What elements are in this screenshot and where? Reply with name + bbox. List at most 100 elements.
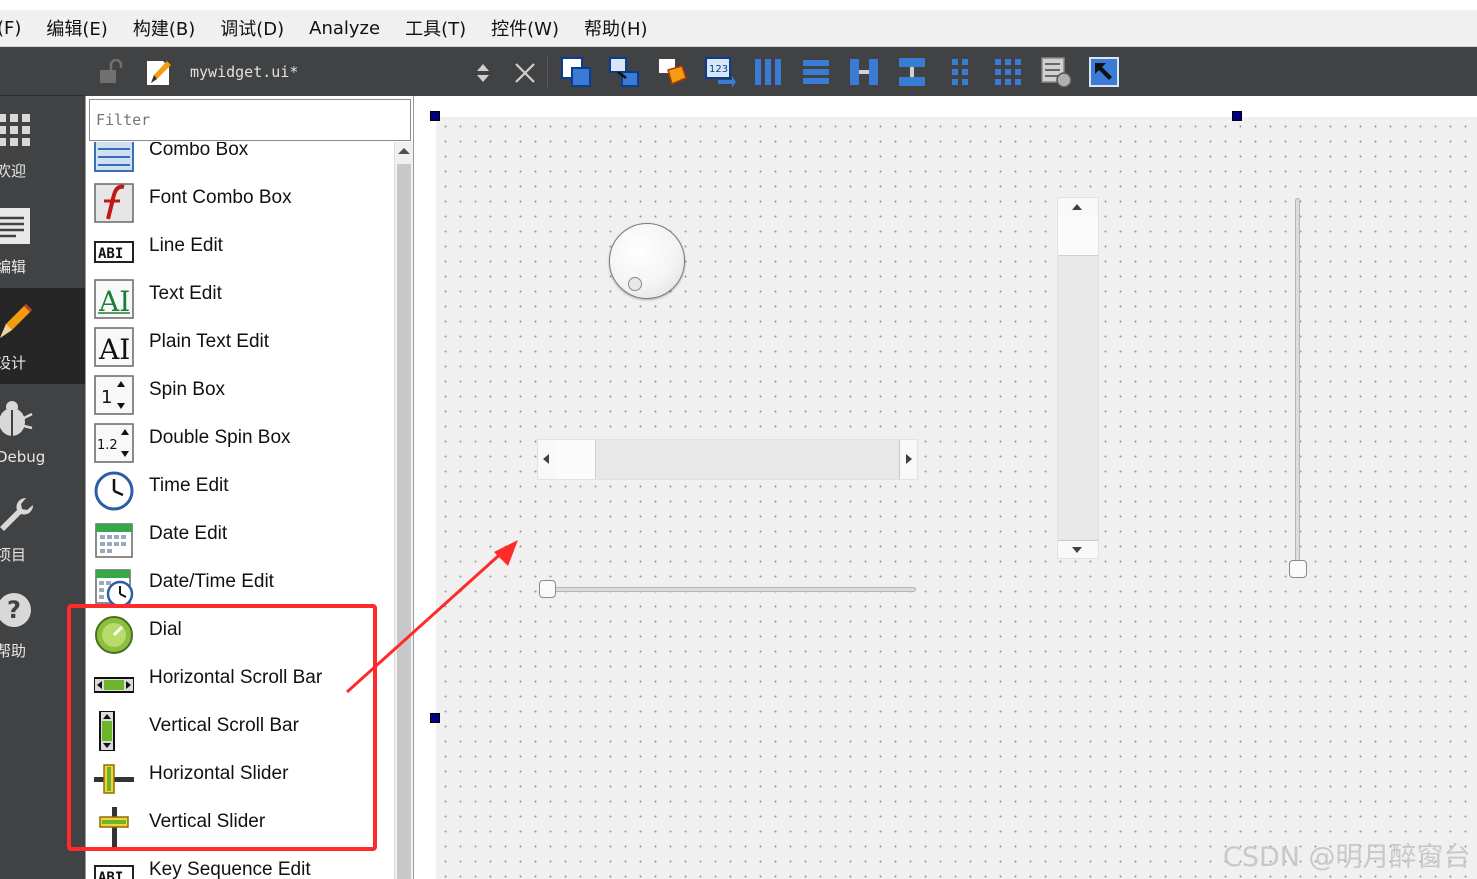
document-edit-icon	[147, 61, 171, 85]
layout-vertical-splitter-icon[interactable]	[896, 56, 928, 88]
menu-bar: (F) 编辑(E) 构建(B) 调试(D) Analyze 工具(T) 控件(W…	[0, 10, 1477, 47]
widget-item-horizontal-slider[interactable]: Horizontal Slider	[86, 752, 394, 800]
menu-tools[interactable]: 工具(T)	[405, 15, 466, 41]
menu-widgets[interactable]: 控件(W)	[491, 15, 559, 41]
menu-help[interactable]: 帮助(H)	[584, 15, 648, 41]
widget-list-scrollbar[interactable]	[394, 142, 413, 879]
line-edit-icon: ABI	[94, 241, 134, 263]
scroll-right-arrow-icon[interactable]	[899, 440, 917, 479]
widget-item-font-combo-box[interactable]: Font Combo Box	[86, 176, 394, 224]
filter-box	[89, 99, 411, 141]
menu-file[interactable]: (F)	[0, 18, 21, 39]
widget-item-label: Line Edit	[149, 235, 223, 256]
widget-item-label: Plain Text Edit	[149, 331, 270, 352]
scroll-down-arrow-icon[interactable]	[1058, 540, 1098, 558]
break-layout-icon[interactable]	[1040, 56, 1072, 88]
mode-label: 欢迎	[0, 162, 27, 180]
menu-analyze[interactable]: Analyze	[309, 18, 380, 39]
layout-grid-icon[interactable]	[992, 56, 1024, 88]
mode-debug[interactable]: Debug	[0, 384, 85, 480]
widget-item-label: Time Edit	[149, 475, 229, 496]
vertical-scroll-bar-icon	[99, 711, 115, 751]
mode-label: 项目	[0, 546, 27, 564]
widget-item-date-time-edit[interactable]: Date/Time Edit	[86, 560, 394, 608]
edit-widgets-icon[interactable]	[560, 56, 592, 88]
widget-item-label: Horizontal Slider	[149, 763, 289, 784]
top-strip	[0, 0, 1477, 10]
dial-knob[interactable]	[628, 277, 642, 291]
scroll-bar-thumb[interactable]	[556, 440, 596, 479]
help-icon: ?	[0, 593, 31, 627]
scroll-left-arrow-icon[interactable]	[538, 440, 556, 479]
selection-handle[interactable]	[1232, 111, 1242, 121]
selection-handle[interactable]	[430, 111, 440, 121]
mode-welcome[interactable]: 欢迎	[0, 96, 85, 192]
horizontal-slider-groove[interactable]	[548, 587, 916, 592]
horizontal-slider-icon	[94, 764, 134, 794]
svg-text:?: ?	[7, 596, 21, 624]
layout-form-icon[interactable]	[944, 56, 976, 88]
widget-item-label: Text Edit	[149, 283, 222, 304]
widget-item-label: Spin Box	[149, 379, 226, 400]
form-canvas[interactable]	[436, 117, 1477, 879]
widget-item-label: Dial	[149, 619, 182, 640]
widget-item-label: Vertical Slider	[149, 811, 266, 832]
close-icon[interactable]	[513, 61, 537, 85]
widget-item-label: Combo Box	[149, 142, 249, 160]
widget-item-vertical-scroll-bar[interactable]: Vertical Scroll Bar	[86, 704, 394, 752]
scrollbar-thumb[interactable]	[397, 164, 411, 879]
selection-handle[interactable]	[430, 713, 440, 723]
mode-help[interactable]: ? 帮助	[0, 576, 85, 672]
lock-icon[interactable]	[97, 59, 123, 85]
combo-box-icon	[94, 142, 134, 172]
vertical-slider-handle[interactable]	[1289, 560, 1307, 578]
spin-box-icon: 1	[94, 375, 134, 415]
widget-item-combo-box[interactable]: Combo Box	[86, 142, 394, 176]
dial-icon	[95, 616, 133, 654]
widget-item-label: Date Edit	[149, 523, 228, 544]
widget-item-line-edit[interactable]: ABI Line Edit	[86, 224, 394, 272]
scroll-bar-thumb[interactable]	[1058, 216, 1098, 256]
open-file-name[interactable]: mywidget.ui*	[190, 63, 298, 81]
watermark: CSDN @明月醉窗台	[1223, 842, 1471, 873]
widget-item-horizontal-scroll-bar[interactable]: Horizontal Scroll Bar	[86, 656, 394, 704]
mode-design[interactable]: 设计	[0, 288, 85, 384]
adjust-size-icon[interactable]	[1088, 56, 1120, 88]
widget-item-time-edit[interactable]: Time Edit	[86, 464, 394, 512]
widget-item-double-spin-box[interactable]: 1.2 Double Spin Box	[86, 416, 394, 464]
widget-item-text-edit[interactable]: AI Text Edit	[86, 272, 394, 320]
layout-horizontal-splitter-icon[interactable]	[848, 56, 880, 88]
filter-input[interactable]	[90, 100, 410, 140]
mode-label: 编辑	[0, 258, 27, 276]
layout-horizontal-icon[interactable]	[752, 56, 784, 88]
designer-tool-icons: 123	[560, 56, 1136, 88]
vertical-slider-icon	[99, 807, 129, 847]
horizontal-scroll-bar-widget[interactable]	[537, 439, 918, 480]
up-down-arrows-icon[interactable]	[475, 61, 491, 85]
widget-item-vertical-slider[interactable]: Vertical Slider	[86, 800, 394, 848]
toolbar-separator	[547, 57, 548, 87]
edit-buddies-icon[interactable]	[656, 56, 688, 88]
menu-debug[interactable]: 调试(D)	[220, 15, 284, 41]
edit-document-icon	[0, 208, 30, 244]
layout-vertical-icon[interactable]	[800, 56, 832, 88]
dial-widget[interactable]	[609, 223, 685, 299]
mode-edit[interactable]: 编辑	[0, 192, 85, 288]
scroll-up-arrow-icon[interactable]	[398, 148, 410, 154]
widget-item-dial[interactable]: Dial	[86, 608, 394, 656]
edit-tab-order-icon[interactable]: 123	[704, 56, 736, 88]
widget-item-spin-box[interactable]: 1 Spin Box	[86, 368, 394, 416]
widget-item-date-edit[interactable]: Date Edit	[86, 512, 394, 560]
mode-projects[interactable]: 项目	[0, 480, 85, 576]
menu-edit[interactable]: 编辑(E)	[46, 15, 107, 41]
svg-text:1.2: 1.2	[97, 438, 118, 453]
menu-build[interactable]: 构建(B)	[133, 15, 195, 41]
mode-bar-top	[0, 47, 85, 96]
scroll-up-arrow-icon[interactable]	[1058, 198, 1098, 216]
edit-signals-slots-icon[interactable]	[608, 56, 640, 88]
vertical-slider-groove[interactable]	[1295, 198, 1300, 570]
widget-item-plain-text-edit[interactable]: AI Plain Text Edit	[86, 320, 394, 368]
horizontal-slider-handle[interactable]	[539, 580, 556, 598]
vertical-scroll-bar-widget[interactable]	[1057, 197, 1099, 559]
widget-item-key-sequence-edit[interactable]: ABI Key Sequence Edit	[86, 848, 394, 879]
